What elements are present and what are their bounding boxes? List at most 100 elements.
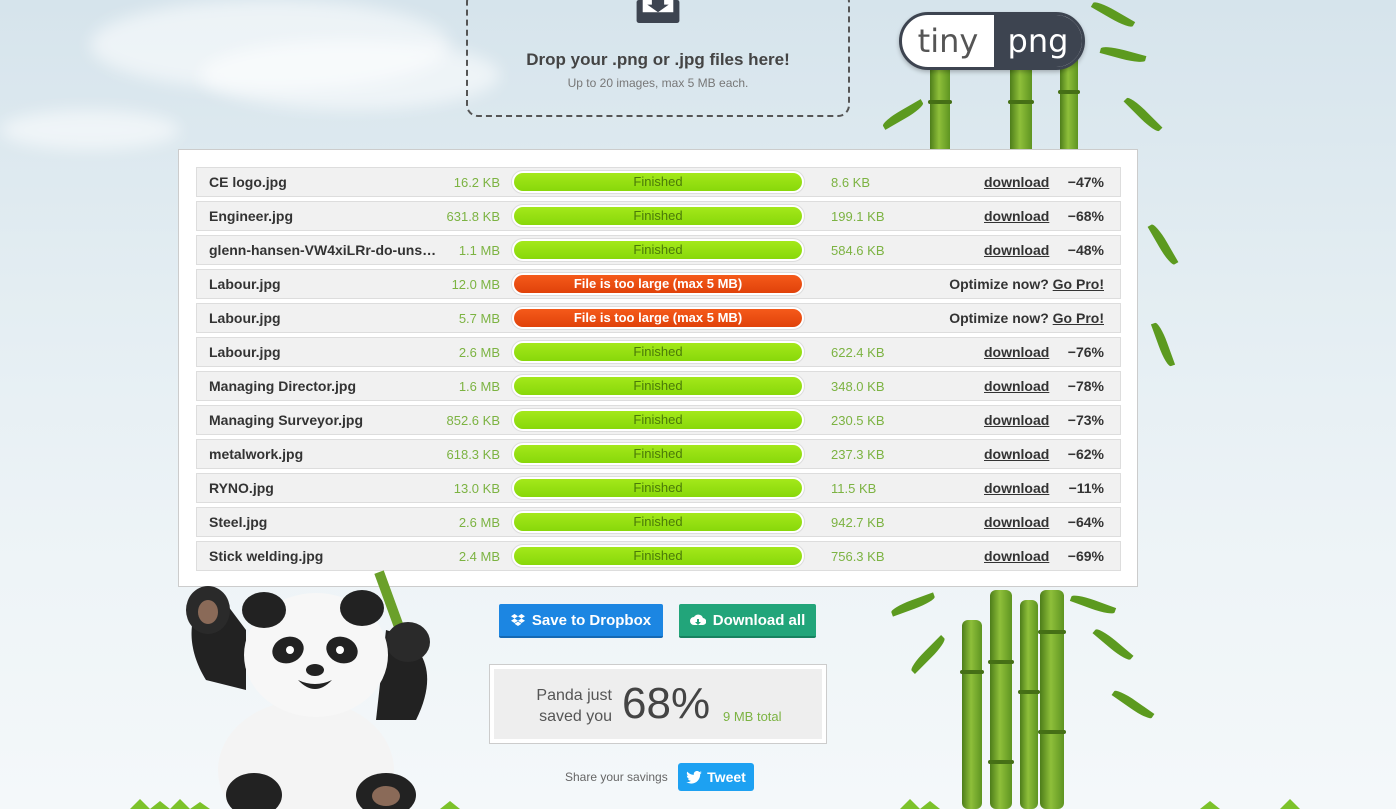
tweet-button[interactable]: Tweet xyxy=(678,763,754,791)
savings-label: Panda just saved you xyxy=(536,687,612,725)
original-size: 631.8 KB xyxy=(446,209,501,224)
savings-percent: −64% xyxy=(1067,514,1104,530)
status-label: File is too large (max 5 MB) xyxy=(514,309,802,327)
save-to-dropbox-button[interactable]: Save to Dropbox xyxy=(499,604,663,638)
status-bar: Finished xyxy=(511,442,805,466)
file-row: Labour.jpg 2.6 MB Finished 622.4 KB download… xyxy=(196,337,1121,367)
original-size: 5.7 MB xyxy=(458,311,500,326)
tinypng-logo[interactable]: tiny png xyxy=(899,12,1085,70)
download-link[interactable]: download xyxy=(984,174,1049,190)
original-size: 12.0 MB xyxy=(451,277,500,292)
savings-percent: −78% xyxy=(1067,378,1104,394)
dropzone-subtitle: Up to 20 images, max 5 MB each. xyxy=(567,76,749,90)
download-link[interactable]: download xyxy=(984,378,1049,394)
background-cloud xyxy=(200,40,500,110)
file-name: glenn-hansen-VW4xiLRr-do-unsplash.jpg xyxy=(209,242,441,258)
dropbox-button-label: Save to Dropbox xyxy=(531,611,652,629)
go-pro-link[interactable]: Go Pro! xyxy=(1053,310,1104,326)
file-name: Labour.jpg xyxy=(209,310,281,326)
original-size: 1.1 MB xyxy=(458,243,500,258)
savings-percent: −11% xyxy=(1068,480,1104,496)
status-bar: File is too large (max 5 MB) xyxy=(511,306,805,330)
status-bar: Finished xyxy=(511,408,805,432)
file-name: Engineer.jpg xyxy=(209,208,294,224)
status-bar: Finished xyxy=(511,510,805,534)
download-link[interactable]: download xyxy=(984,548,1049,564)
savings-percent: −73% xyxy=(1067,412,1104,428)
file-name: Managing Surveyor.jpg xyxy=(209,412,364,428)
status-label: Finished xyxy=(514,445,802,463)
share-label: Share your savings xyxy=(565,770,668,784)
savings-percent: −76% xyxy=(1067,344,1104,360)
file-drop-zone[interactable]: Drop your .png or .jpg files here! Up to… xyxy=(466,0,850,117)
background-cloud xyxy=(0,110,180,150)
status-label: Finished xyxy=(514,173,802,191)
go-pro-link[interactable]: Go Pro! xyxy=(1053,276,1104,292)
status-label: Finished xyxy=(514,411,802,429)
file-row: Stick welding.jpg 2.4 MB Finished 756.3 KB d… xyxy=(196,541,1121,571)
status-bar: Finished xyxy=(511,238,805,262)
logo-png: png xyxy=(994,15,1082,67)
savings-percent: −68% xyxy=(1067,208,1104,224)
download-link[interactable]: download xyxy=(984,480,1049,496)
optimize-prompt: Optimize now? Go Pro! xyxy=(949,310,1104,326)
status-label: File is too large (max 5 MB) xyxy=(514,275,802,293)
file-name: Managing Director.jpg xyxy=(209,378,357,394)
compressed-size: 199.1 KB xyxy=(831,209,885,224)
file-name: Stick welding.jpg xyxy=(209,548,324,564)
compressed-size: 348.0 KB xyxy=(831,379,885,394)
savings-percent: −69% xyxy=(1067,548,1104,564)
file-row: Steel.jpg 2.6 MB Finished 942.7 KB download −… xyxy=(196,507,1121,537)
file-row: RYNO.jpg 13.0 KB Finished 11.5 KB download −1… xyxy=(196,473,1121,503)
savings-total: 9 MB total xyxy=(723,709,782,724)
file-row: Labour.jpg 5.7 MB File is too large (max 5… xyxy=(196,303,1121,333)
file-row: Managing Surveyor.jpg 852.6 KB Finished 230… xyxy=(196,405,1121,435)
compressed-size: 756.3 KB xyxy=(831,549,885,564)
cloud-download-icon xyxy=(689,614,706,626)
file-name: Labour.jpg xyxy=(209,276,281,292)
status-label: Finished xyxy=(514,547,802,565)
file-row: metalwork.jpg 618.3 KB Finished 237.3 KB dow… xyxy=(196,439,1121,469)
file-row: CE logo.jpg 16.2 KB Finished 8.6 KB download… xyxy=(196,167,1121,197)
savings-summary: Panda just saved you 68% 9 MB total xyxy=(489,664,827,744)
dropbox-icon xyxy=(510,613,525,626)
download-link[interactable]: download xyxy=(984,208,1049,224)
file-name: metalwork.jpg xyxy=(209,446,304,462)
status-label: Finished xyxy=(514,479,802,497)
compressed-size: 584.6 KB xyxy=(831,243,885,258)
savings-percent: −48% xyxy=(1067,242,1104,258)
original-size: 13.0 KB xyxy=(453,481,500,496)
file-row: Labour.jpg 12.0 MB File is too large (max … xyxy=(196,269,1121,299)
status-bar: Finished xyxy=(511,340,805,364)
status-label: Finished xyxy=(514,241,802,259)
compressed-size: 8.6 KB xyxy=(831,175,871,190)
download-link[interactable]: download xyxy=(984,514,1049,530)
upload-tray-icon xyxy=(636,0,680,23)
file-list: CE logo.jpg 16.2 KB Finished 8.6 KB download… xyxy=(178,149,1138,587)
file-name: Steel.jpg xyxy=(209,514,268,530)
download-link[interactable]: download xyxy=(984,446,1049,462)
dropzone-title: Drop your .png or .jpg files here! xyxy=(526,50,790,69)
original-size: 618.3 KB xyxy=(446,447,501,462)
optimize-text: Optimize now? xyxy=(949,310,1049,326)
savings-percent: 68% xyxy=(622,679,711,728)
savings-percent: −47% xyxy=(1067,174,1104,190)
status-label: Finished xyxy=(514,207,802,225)
file-row: Engineer.jpg 631.8 KB Finished 199.1 KB down… xyxy=(196,201,1121,231)
status-label: Finished xyxy=(514,343,802,361)
download-link[interactable]: download xyxy=(984,412,1049,428)
download-all-button[interactable]: Download all xyxy=(679,604,816,638)
original-size: 1.6 MB xyxy=(458,379,500,394)
download-link[interactable]: download xyxy=(984,242,1049,258)
file-name: CE logo.jpg xyxy=(209,174,287,190)
tweet-label: Tweet xyxy=(707,769,746,785)
status-bar: Finished xyxy=(511,170,805,194)
panda-mascot xyxy=(186,570,430,809)
twitter-icon xyxy=(686,770,702,784)
original-size: 16.2 KB xyxy=(453,175,500,190)
compressed-size: 11.5 KB xyxy=(831,481,877,496)
status-bar: Finished xyxy=(511,204,805,228)
savings-percent: −62% xyxy=(1067,446,1104,462)
file-name: RYNO.jpg xyxy=(209,480,274,496)
download-link[interactable]: download xyxy=(984,344,1049,360)
